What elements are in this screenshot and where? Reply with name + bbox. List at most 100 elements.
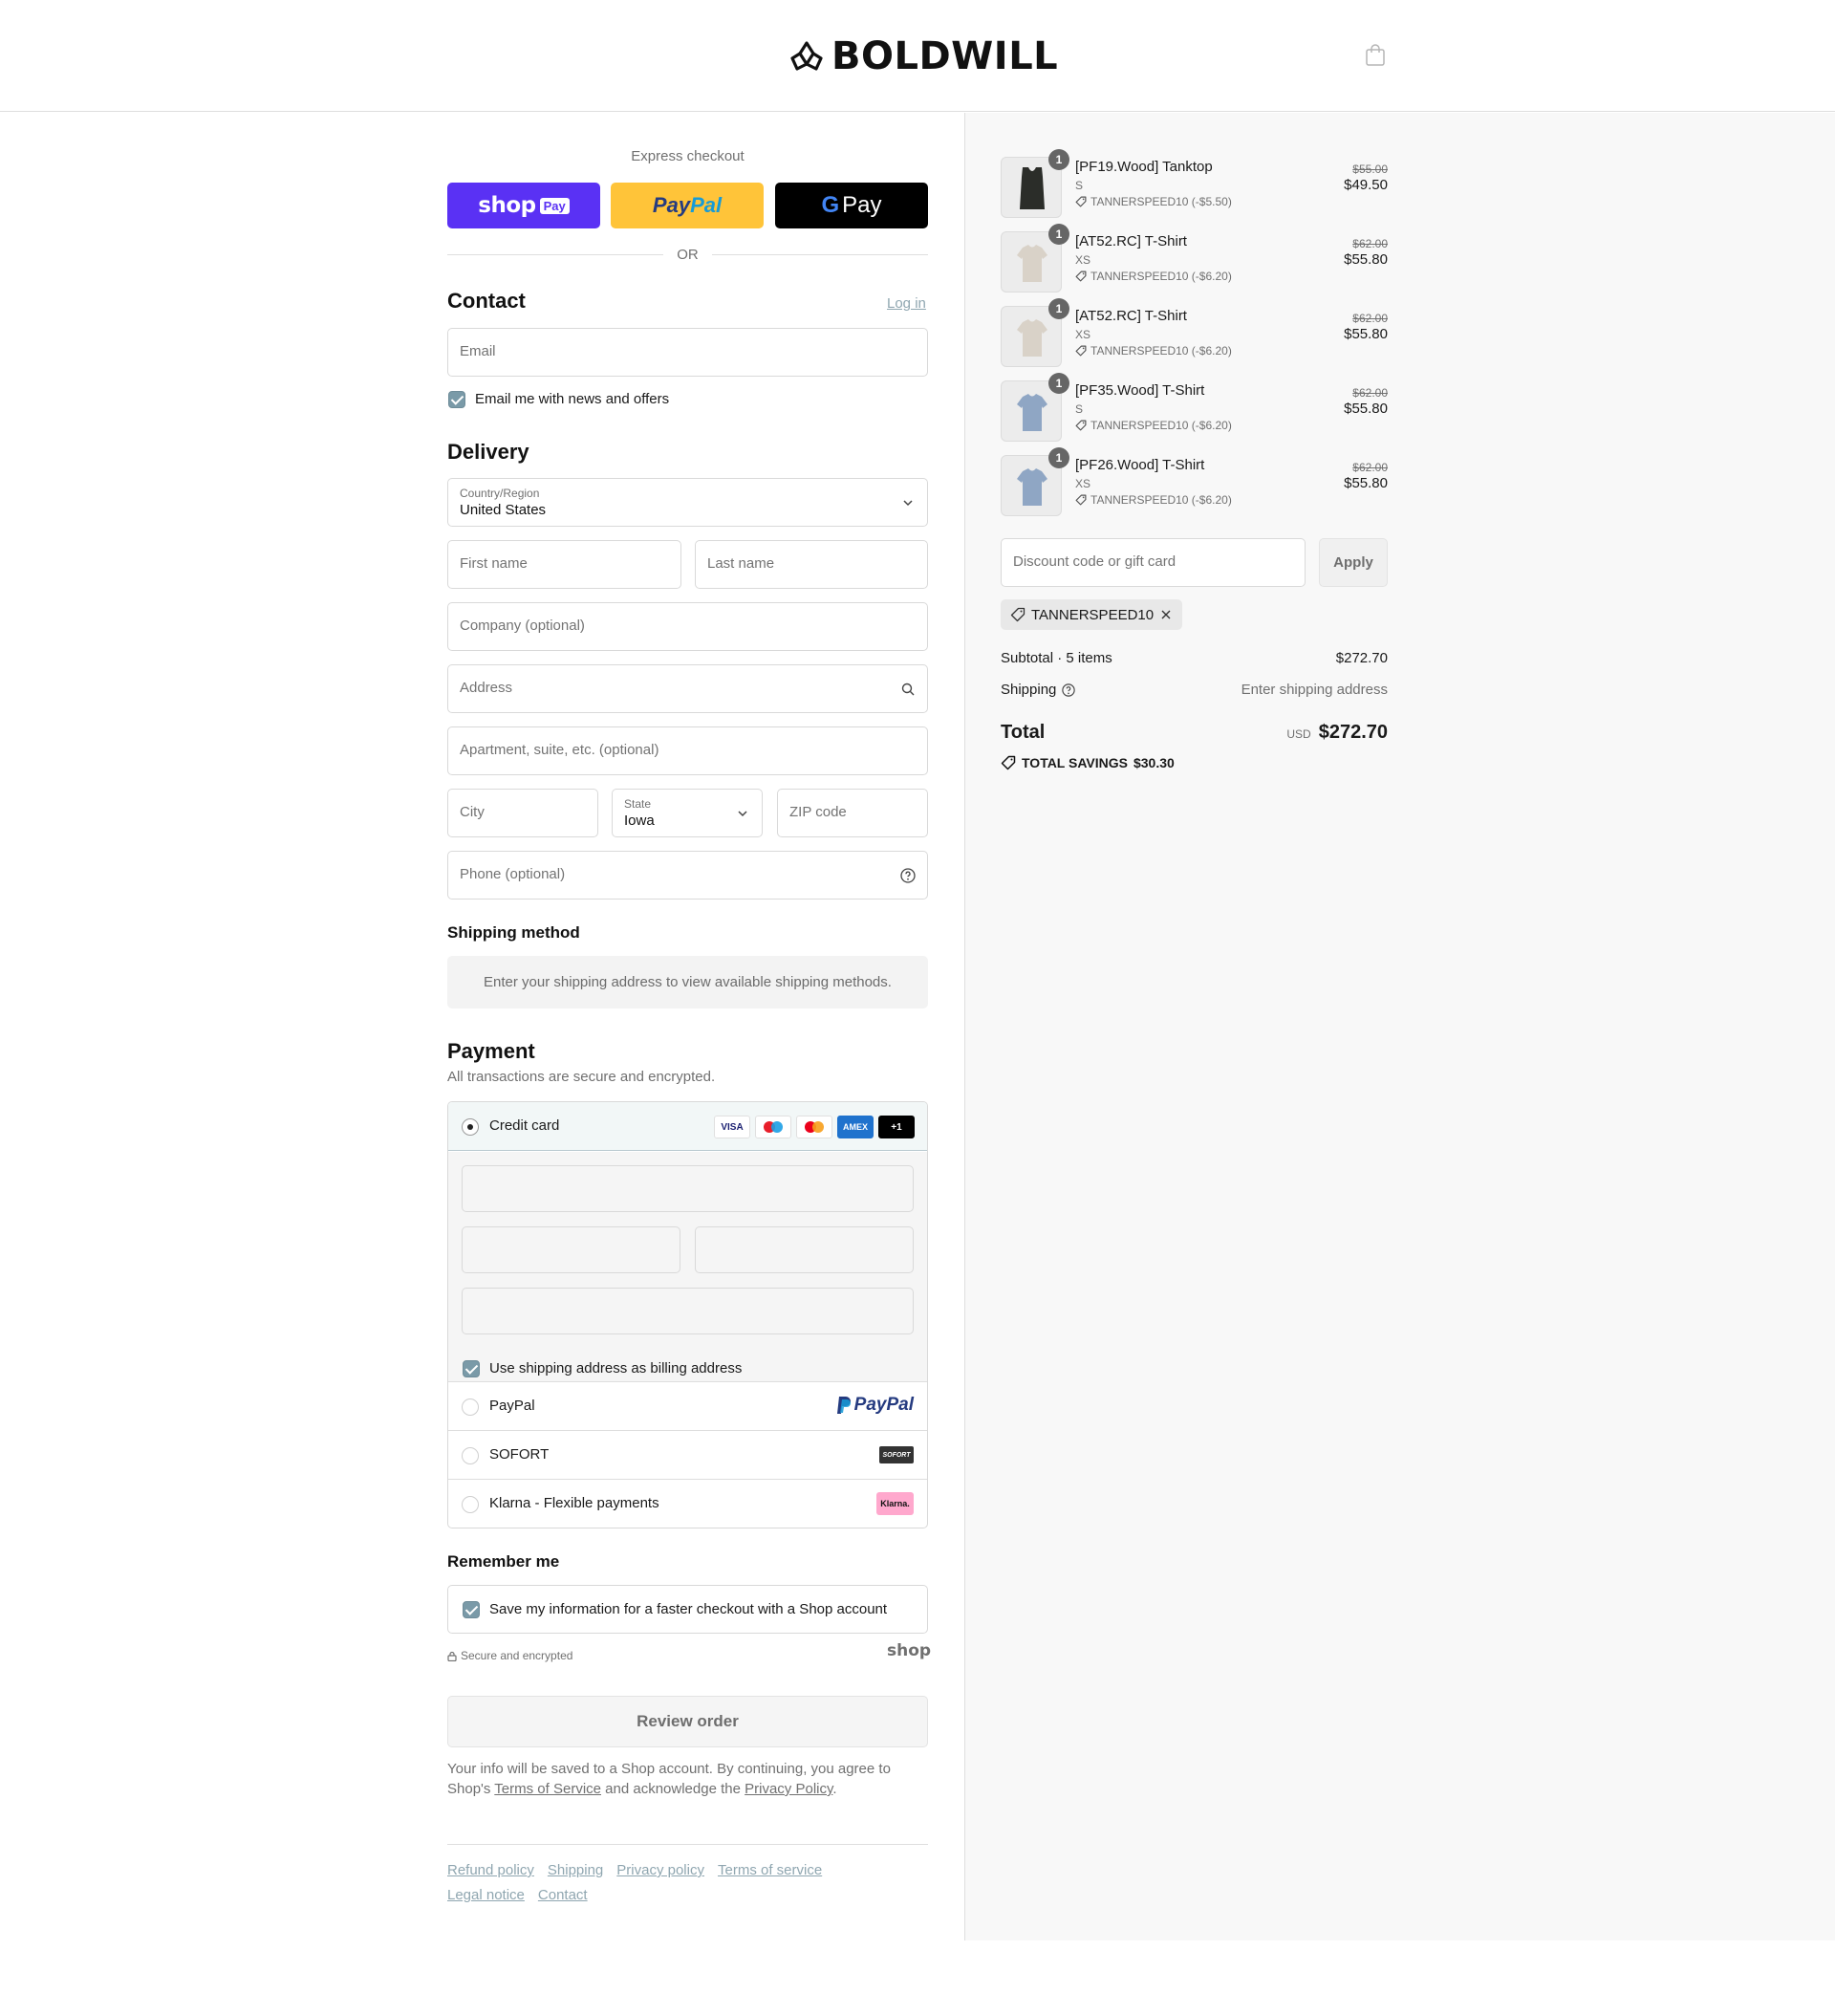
card-number-field[interactable] (462, 1165, 914, 1212)
lock-icon (447, 1651, 457, 1661)
zip-field[interactable]: ZIP code (777, 789, 928, 837)
remember-me-box: Save my information for a faster checkou… (447, 1585, 928, 1634)
billing-same-checkbox[interactable] (463, 1360, 480, 1377)
tag-icon (1075, 494, 1087, 506)
help-icon[interactable] (1062, 683, 1076, 697)
total-currency: USD (1286, 727, 1311, 741)
product-discount: TANNERSPEED10 (-$6.20) (1075, 493, 1232, 507)
sofort-radio[interactable] (462, 1447, 479, 1464)
discount-code-field[interactable]: Discount code or gift card (1001, 538, 1306, 587)
country-select[interactable]: Country/Region United States (447, 478, 928, 527)
tag-icon (1075, 420, 1087, 431)
shopping-bag-icon[interactable] (1365, 44, 1386, 67)
paypal-option[interactable]: PayPal PayPal (448, 1382, 927, 1431)
state-select[interactable]: State Iowa (612, 789, 763, 837)
maestro-icon (755, 1116, 791, 1138)
shop-terms-link[interactable]: Terms of Service (494, 1781, 601, 1797)
legal-notice-link[interactable]: Legal notice (447, 1887, 525, 1903)
payment-methods: Credit card VISA AMEX +1 Use shipping ad… (447, 1101, 928, 1528)
billing-same-label: Use shipping address as billing address (489, 1360, 743, 1377)
klarna-label: Klarna - Flexible payments (489, 1495, 659, 1511)
shipping-row: Shipping Enter shipping address (1001, 682, 1388, 698)
phone-field[interactable]: Phone (optional) (447, 851, 928, 900)
shop-pay-button[interactable]: shop Pay (447, 183, 600, 228)
help-icon[interactable] (900, 868, 916, 883)
product-variant: XS (1075, 328, 1091, 341)
subtotal-label: Subtotal · 5 items (1001, 650, 1112, 666)
last-name-field[interactable]: Last name (695, 540, 928, 589)
total-value: USD $272.70 (1286, 722, 1388, 744)
review-order-button[interactable]: Review order (447, 1696, 928, 1747)
quantity-badge: 1 (1048, 224, 1069, 245)
quantity-badge: 1 (1048, 447, 1069, 468)
tag-icon (1075, 271, 1087, 282)
express-checkout-title: Express checkout (631, 148, 745, 164)
klarna-radio[interactable] (462, 1496, 479, 1513)
paypal-radio[interactable] (462, 1398, 479, 1416)
apartment-field[interactable]: Apartment, suite, etc. (optional) (447, 726, 928, 775)
discounted-price: $55.80 (1344, 401, 1388, 417)
email-field[interactable]: Email (447, 328, 928, 377)
paypal-express-button[interactable]: Pay Pal (611, 183, 764, 228)
login-link[interactable]: Log in (887, 295, 926, 312)
credit-card-option[interactable]: Credit card VISA AMEX +1 (448, 1102, 927, 1151)
discounted-price: $55.80 (1344, 326, 1388, 342)
cart-item: 1 [PF35.Wood] T-Shirt S TANNERSPEED10 (-$6.… (1001, 373, 1388, 444)
secure-note: Secure and encrypted (447, 1649, 572, 1662)
cart-item: 1 [AT52.RC] T-Shirt XS TANNERSPEED10 (-$6.2… (1001, 298, 1388, 369)
product-name: [PF35.Wood] T-Shirt (1075, 382, 1205, 399)
original-price: $62.00 (1352, 386, 1388, 400)
tag-icon (1075, 196, 1087, 207)
card-name-field[interactable] (462, 1288, 914, 1334)
shipping-link[interactable]: Shipping (548, 1862, 603, 1878)
delivery-title: Delivery (447, 440, 529, 464)
footer-links: Refund policy Shipping Privacy policy Terms… (447, 1858, 928, 1908)
applied-discount-code: TANNERSPEED10 (1031, 606, 1155, 623)
company-field[interactable]: Company (optional) (447, 602, 928, 651)
first-name-field[interactable]: First name (447, 540, 681, 589)
product-variant: XS (1075, 477, 1091, 490)
chevron-down-icon (738, 811, 747, 817)
shop-privacy-link[interactable]: Privacy Policy (745, 1781, 832, 1797)
card-expiry-field[interactable] (462, 1226, 680, 1273)
product-discount: TANNERSPEED10 (-$5.50) (1075, 195, 1232, 208)
product-discount: TANNERSPEED10 (-$6.20) (1075, 419, 1232, 432)
google-g-icon: G (821, 192, 840, 218)
refund-policy-link[interactable]: Refund policy (447, 1862, 534, 1878)
more-cards-badge: +1 (878, 1116, 915, 1138)
credit-card-fields: Use shipping address as billing address (448, 1152, 927, 1382)
shipping-value: Enter shipping address (1241, 682, 1388, 698)
total-savings: TOTAL SAVINGS $30.30 (1001, 755, 1175, 770)
privacy-policy-link[interactable]: Privacy policy (616, 1862, 704, 1878)
tag-icon (1075, 345, 1087, 357)
remove-discount-icon[interactable] (1159, 608, 1173, 621)
contact-title: Contact (447, 289, 526, 313)
shop-logo: shop (887, 1641, 932, 1660)
terms-of-service-link[interactable]: Terms of service (718, 1862, 822, 1878)
legal-text: Your info will be saved to a Shop accoun… (447, 1761, 891, 1797)
original-price: $55.00 (1352, 163, 1388, 176)
apply-discount-button[interactable]: Apply (1319, 538, 1388, 587)
tag-icon (1001, 755, 1016, 770)
newsletter-checkbox[interactable] (448, 391, 465, 408)
save-info-checkbox[interactable] (463, 1601, 480, 1618)
contact-link[interactable]: Contact (538, 1887, 588, 1903)
address-field[interactable]: Address (447, 664, 928, 713)
product-discount: TANNERSPEED10 (-$6.20) (1075, 344, 1232, 358)
credit-card-radio[interactable] (462, 1118, 479, 1136)
total-savings-label: TOTAL SAVINGS (1022, 755, 1128, 770)
sofort-option[interactable]: SOFORT SOFORT (448, 1431, 927, 1480)
product-variant: S (1075, 179, 1084, 192)
google-pay-button[interactable]: G Pay (775, 183, 928, 228)
search-icon (901, 683, 915, 696)
card-cvv-field[interactable] (695, 1226, 914, 1273)
or-divider: OR (447, 245, 928, 264)
brand-logo[interactable]: BOLDWILL (789, 36, 1058, 76)
klarna-option[interactable]: Klarna - Flexible payments Klarna. (448, 1480, 927, 1528)
city-field[interactable]: City (447, 789, 598, 837)
footer-divider (447, 1844, 928, 1845)
total-label: Total (1001, 722, 1046, 743)
klarna-logo: Klarna. (876, 1492, 914, 1515)
header: BOLDWILL (0, 0, 1835, 112)
cart-item: 1 [AT52.RC] T-Shirt XS TANNERSPEED10 (-$6.2… (1001, 224, 1388, 294)
